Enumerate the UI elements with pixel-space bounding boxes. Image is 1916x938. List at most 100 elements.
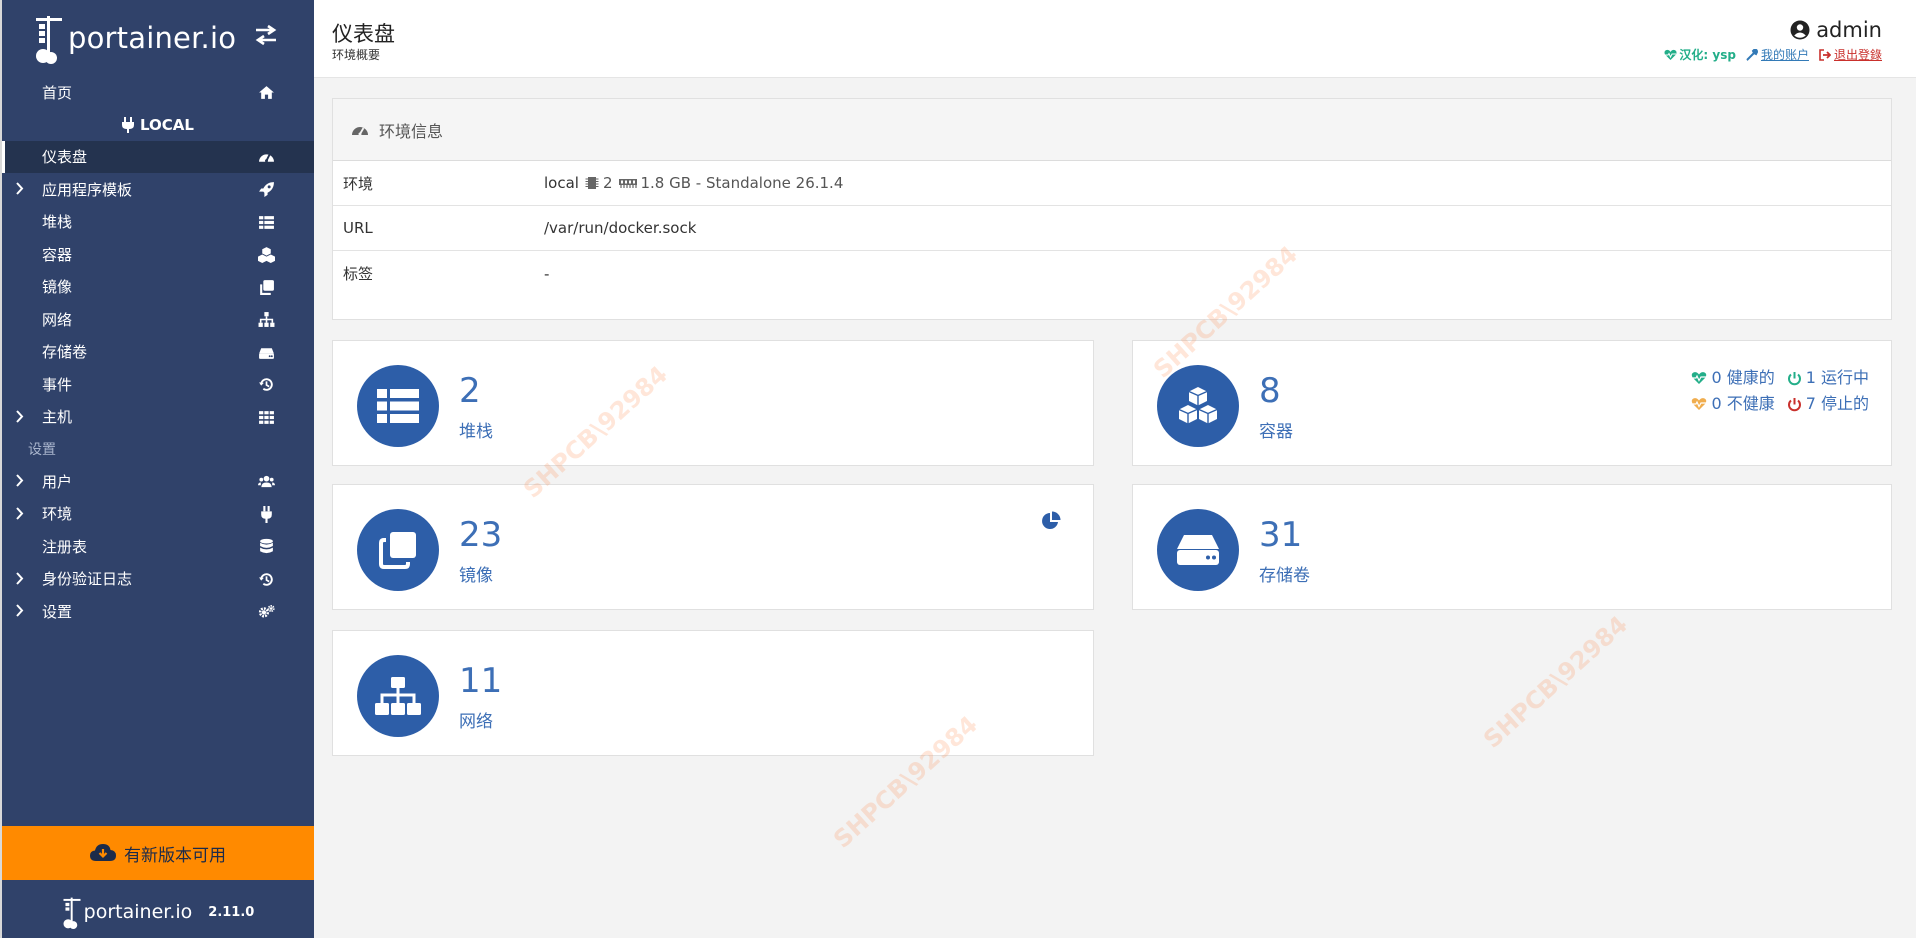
main-content: 环境信息 环境 local 2 1.8 GB - Standalone 26.1… [314, 78, 1916, 938]
environment-info-panel: 环境信息 环境 local 2 1.8 GB - Standalone 26.1… [332, 98, 1892, 320]
containers-count: 8 [1259, 371, 1281, 411]
my-account-link[interactable]: 我的账户 [1746, 46, 1809, 63]
volumes-count: 31 [1259, 515, 1303, 555]
volumes-card[interactable]: 31 存储卷 [1132, 484, 1892, 610]
sidebar-item-host[interactable]: 主机 [2, 401, 314, 434]
sidebar-item-networks[interactable]: 网络 [2, 303, 314, 336]
chevron-right-icon [16, 409, 24, 423]
tags-row-value: - [544, 264, 550, 283]
sidebar-item-containers[interactable]: 容器 [2, 238, 314, 271]
sidebar-item-label: 存储卷 [42, 343, 88, 362]
containers-card[interactable]: 8 容器 0 健康的 1 运行中 0 不健康 7 停止的 [1132, 340, 1892, 466]
container-status-summary: 0 健康的 1 运行中 0 不健康 7 停止的 [1691, 365, 1869, 417]
sidebar-item-app-templates[interactable]: 应用程序模板 [2, 173, 314, 206]
clone-icon [260, 279, 274, 295]
stacks-count: 2 [459, 371, 481, 411]
running-text: 1 运行中 [1805, 368, 1869, 387]
environment-info-header: 环境信息 [333, 99, 1891, 161]
heartbeat-icon [1692, 372, 1707, 384]
environment-name-value: local [544, 174, 579, 192]
sidebar-item-events[interactable]: 事件 [2, 368, 314, 401]
wrench-icon [1746, 48, 1758, 61]
hdd-icon [1177, 535, 1219, 565]
history-icon [259, 378, 273, 391]
sitemap-icon [375, 677, 421, 715]
power-icon [1787, 397, 1801, 411]
exchange-icon[interactable] [254, 24, 278, 46]
clone-icon [379, 532, 416, 569]
networks-card[interactable]: 11 网络 [332, 630, 1094, 756]
cloud-download-icon [90, 844, 116, 861]
sidebar-item-label: 应用程序模板 [42, 180, 133, 199]
sidebar-item-environments[interactable]: 环境 [2, 498, 314, 531]
sidebar-item-home[interactable]: 首页 [2, 76, 314, 109]
sidebar-item-label: 首页 [42, 83, 73, 102]
sidebar-item-label: 事件 [42, 375, 73, 394]
sidebar-item-label: 堆栈 [42, 213, 73, 232]
plug-icon [122, 116, 135, 133]
power-icon [1787, 371, 1801, 385]
sidebar-item-label: 环境 [42, 505, 73, 524]
images-label: 镜像 [459, 566, 493, 586]
cpu-count: 2 [602, 174, 613, 192]
chevron-right-icon [16, 506, 24, 520]
sidebar-logo-row: portainer.io [2, 0, 314, 76]
tachometer-icon [259, 153, 274, 162]
sidebar-item-label: 设置 [42, 602, 73, 621]
username: admin [1816, 18, 1882, 42]
home-icon [259, 86, 274, 99]
environment-row: 环境 local 2 1.8 GB - Standalone 26.1.4 [333, 161, 1891, 206]
url-row-value: /var/run/docker.sock [544, 219, 697, 237]
logout-link[interactable]: 退出登錄 [1819, 46, 1882, 63]
sidebar-item-dashboard[interactable]: 仪表盘 [2, 140, 314, 173]
sidebar-item-volumes[interactable]: 存储卷 [2, 336, 314, 369]
containers-card-icon-circle [1157, 365, 1239, 447]
sidebar-item-label: 身份验证日志 [42, 570, 133, 589]
sidebar-item-images[interactable]: 镜像 [2, 271, 314, 304]
brand-name: portainer.io [68, 21, 237, 55]
cubes-icon [258, 247, 275, 263]
environment-row-key: 环境 [343, 174, 374, 193]
images-card-icon-circle [357, 509, 439, 591]
sidebar-item-settings[interactable]: 设置 [2, 595, 314, 628]
url-row-key: URL [343, 219, 373, 237]
volumes-label: 存储卷 [1259, 566, 1310, 586]
sidebar-item-label: 镜像 [42, 278, 73, 297]
plug-icon [261, 505, 272, 523]
sidebar-item-users[interactable]: 用户 [2, 465, 314, 498]
settings-section-title: 设置 [28, 442, 56, 458]
user-links: 汉化: ysp 我的账户 退出登錄 [1664, 46, 1882, 63]
memory-value: 1.8 GB - Standalone 26.1.4 [640, 174, 844, 192]
th-icon [259, 410, 274, 424]
users-icon [258, 475, 275, 488]
containers-label: 容器 [1259, 422, 1293, 442]
crane-icon [36, 16, 62, 64]
stacks-card[interactable]: 2 堆栈 [332, 340, 1094, 466]
memory-icon [618, 179, 637, 188]
sidebar-item-label: 仪表盘 [42, 148, 88, 167]
portainer-logo[interactable]: portainer.io [34, 12, 236, 64]
unhealthy-text: 0 不健康 [1711, 394, 1775, 413]
cogs-icon [258, 605, 275, 618]
images-card[interactable]: 23 镜像 [332, 484, 1094, 610]
pie-chart-icon[interactable] [1041, 511, 1061, 531]
sidebar-item-label: 主机 [42, 408, 73, 427]
database-icon [260, 538, 273, 554]
sidebar-item-registries[interactable]: 注册表 [2, 530, 314, 563]
heartbeat-icon [1664, 49, 1677, 60]
my-account-label: 我的账户 [1760, 48, 1809, 62]
version-label: 2.11.0 [208, 904, 255, 920]
chevron-right-icon [16, 182, 24, 195]
chevron-right-icon [16, 474, 24, 487]
sidebar-item-label: 容器 [42, 245, 73, 264]
sidebar: portainer.io 首页 LOCAL 仪表盘 应用程序模板 堆栈 容器 镜… [0, 0, 314, 938]
update-available-banner[interactable]: 有新版本可用 [2, 826, 314, 880]
networks-label: 网络 [459, 712, 493, 732]
history-icon [259, 572, 273, 586]
stacks-card-icon-circle [357, 365, 439, 447]
url-row: URL /var/run/docker.sock [333, 206, 1891, 251]
environment-info-title: 环境信息 [379, 121, 444, 141]
sidebar-item-auth-logs[interactable]: 身份验证日志 [2, 563, 314, 596]
translation-credit-text: 汉化: ysp [1679, 48, 1736, 62]
sidebar-item-stacks[interactable]: 堆栈 [2, 206, 314, 239]
